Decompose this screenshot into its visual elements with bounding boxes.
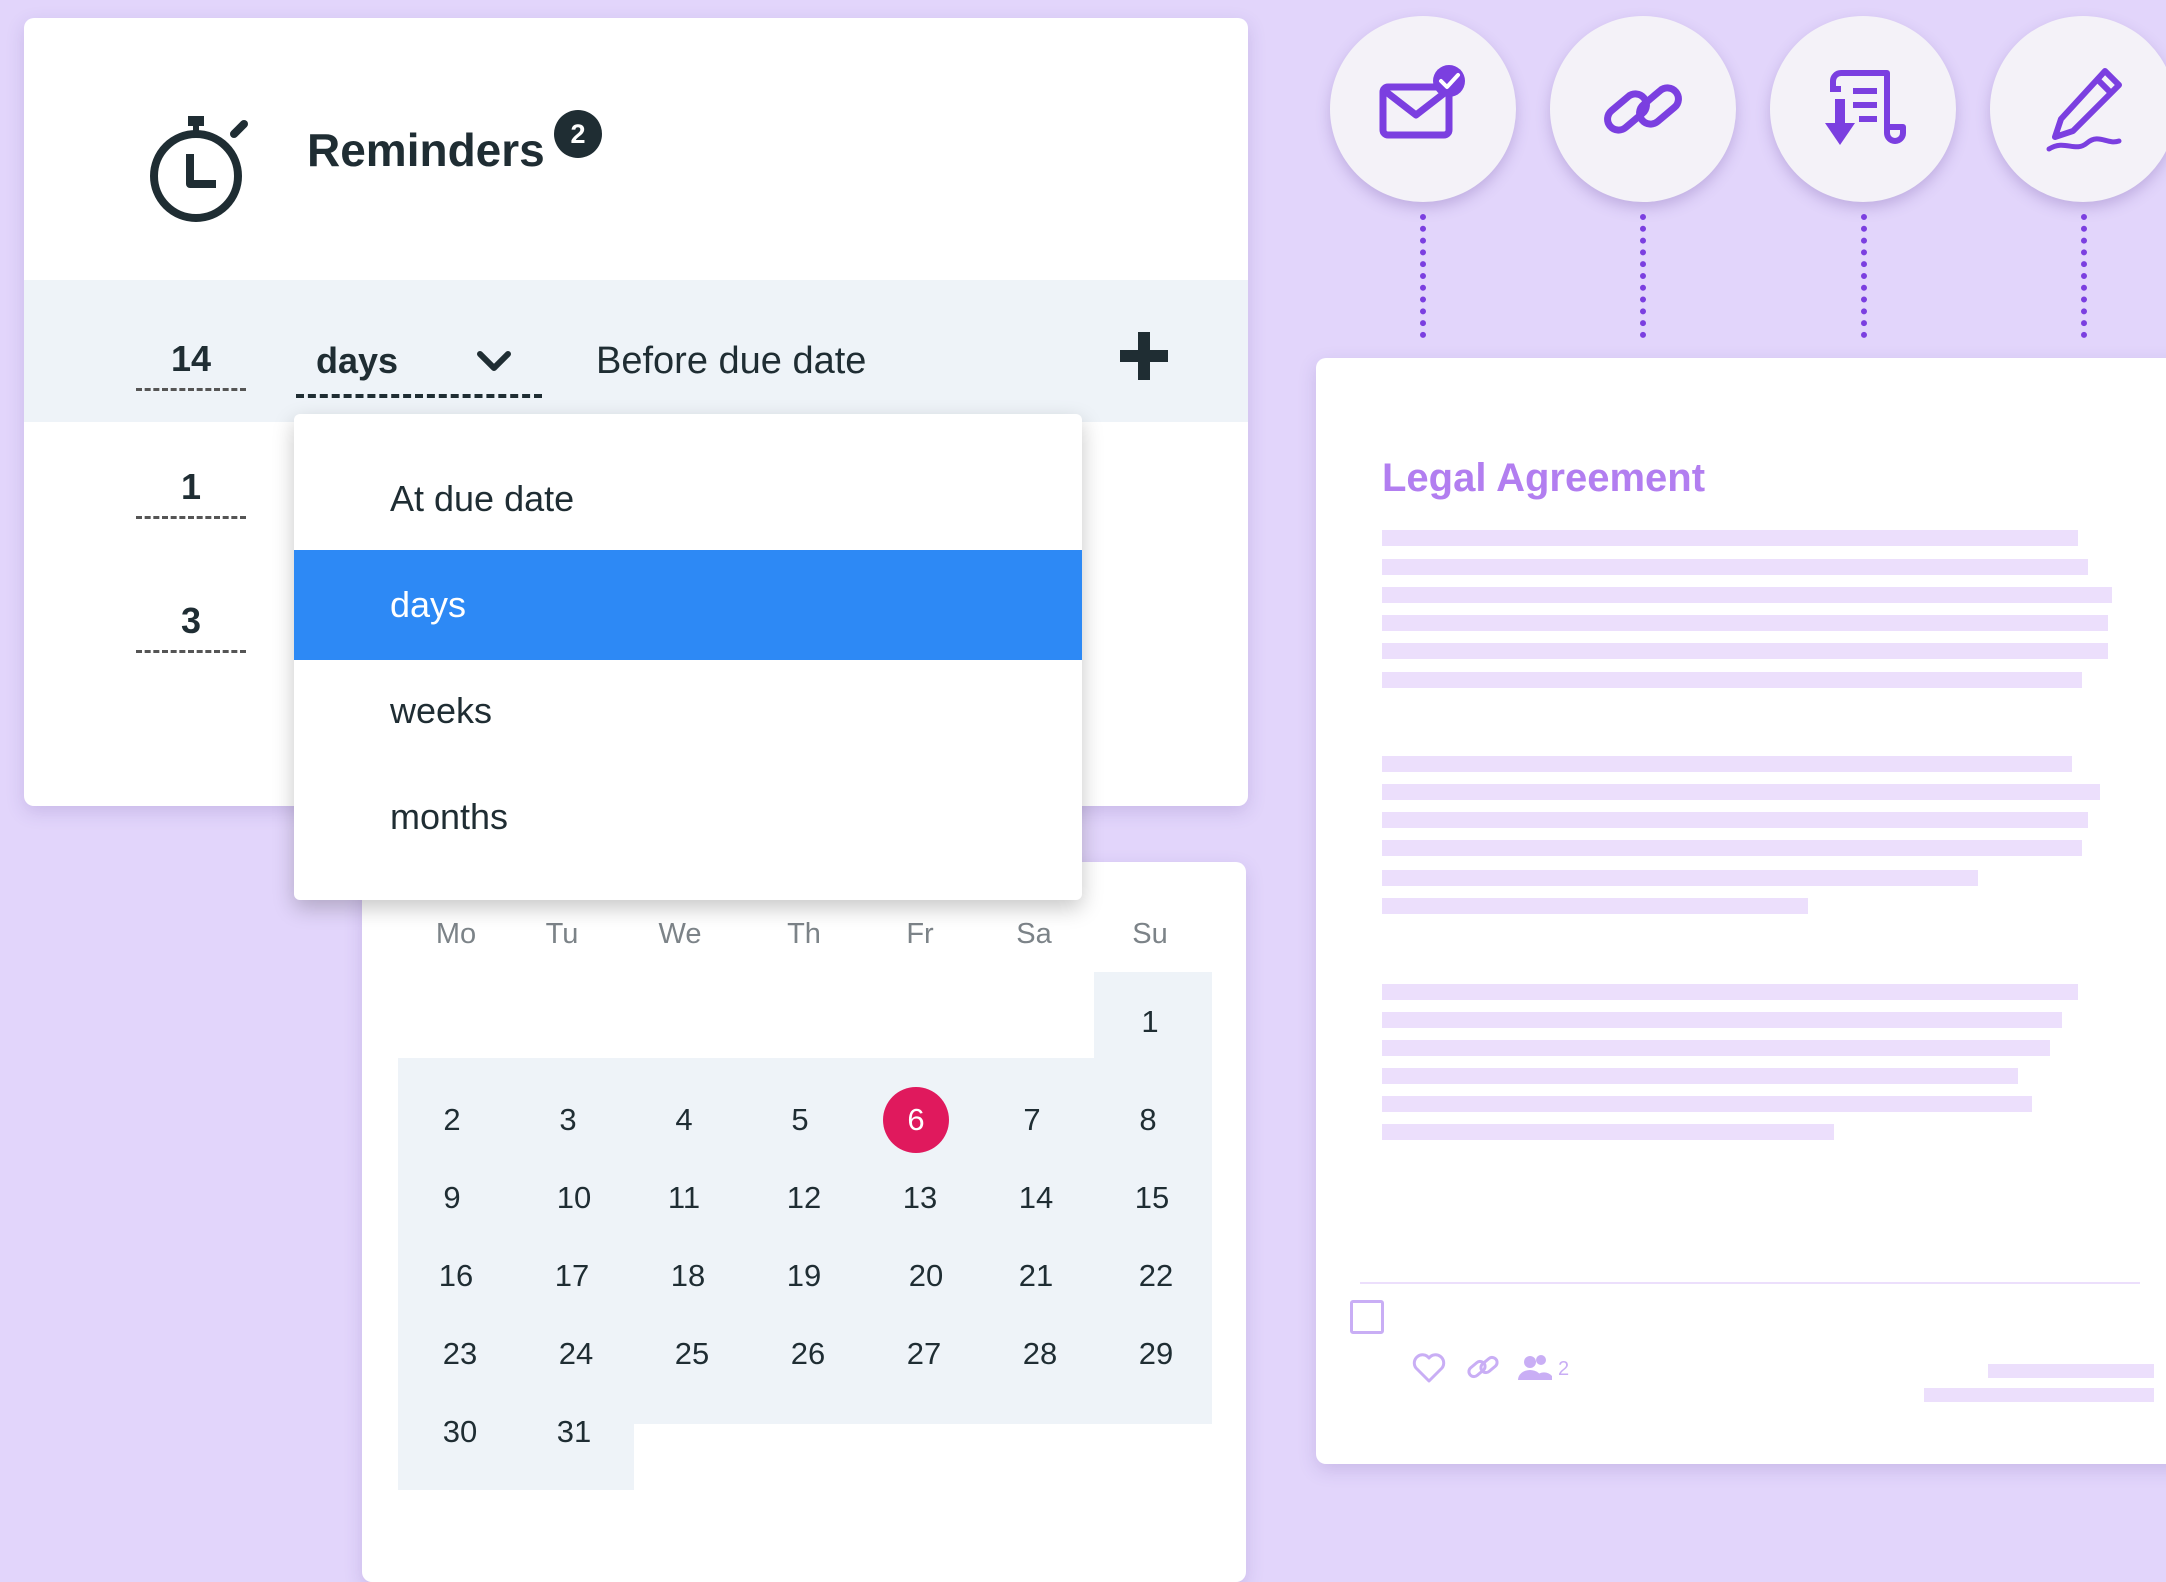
placeholder-text-line	[1382, 559, 2088, 575]
reminders-count-badge: 2	[554, 110, 602, 158]
calendar-day[interactable]: 5	[742, 1090, 858, 1150]
link-icon	[1604, 84, 1682, 134]
connector-line	[2081, 214, 2087, 338]
calendar-day[interactable]: 22	[1098, 1246, 1214, 1306]
weekday-label: Th	[787, 918, 821, 950]
calendar-day[interactable]: 26	[750, 1324, 866, 1384]
placeholder-text-line	[1382, 672, 2082, 688]
placeholder-text-line	[1988, 1364, 2154, 1378]
weekday-label: Fr	[906, 918, 934, 950]
calendar-day[interactable]: 29	[1098, 1324, 1214, 1384]
weekday-label: Su	[1132, 918, 1168, 950]
weekday-label: Tu	[545, 918, 579, 950]
placeholder-text-line	[1382, 1124, 1834, 1140]
reminder-amount-input[interactable]: 14	[136, 338, 246, 391]
placeholder-text-line	[1382, 984, 2078, 1000]
connector-line	[1861, 214, 1867, 338]
placeholder-text-line	[1382, 587, 2112, 603]
reminder-unit-value: days	[316, 340, 399, 381]
document-checkbox[interactable]	[1350, 1300, 1384, 1334]
sign-document-button[interactable]	[1990, 16, 2166, 202]
calendar-day[interactable]: 30	[402, 1402, 518, 1462]
download-document-button[interactable]	[1770, 16, 1956, 202]
add-reminder-icon[interactable]	[1114, 326, 1174, 386]
connector-line	[1640, 214, 1646, 338]
calendar-day[interactable]: 17	[514, 1246, 630, 1306]
pen-sign-icon	[2046, 68, 2122, 152]
calendar-day[interactable]: 11	[626, 1168, 742, 1228]
placeholder-text-line	[1382, 643, 2108, 659]
placeholder-text-line	[1382, 1096, 2032, 1112]
date-picker-calendar: Mo Tu We Th Fr Sa Su 1 2 3 4 5 6 7 8 9 1…	[362, 862, 1246, 1582]
dropdown-option-weeks[interactable]: weeks	[294, 656, 1082, 766]
reminders-header: Reminders 2	[24, 18, 1248, 280]
placeholder-text-line	[1382, 1040, 2050, 1056]
heart-icon[interactable]	[1410, 1348, 1448, 1386]
calendar-day[interactable]: 27	[866, 1324, 982, 1384]
calendar-day[interactable]: 7	[974, 1090, 1090, 1150]
placeholder-text-line	[1382, 812, 2088, 828]
calendar-day[interactable]: 28	[982, 1324, 1098, 1384]
calendar-day[interactable]: 3	[510, 1090, 626, 1150]
reminder-unit-select[interactable]: days	[296, 336, 542, 398]
calendar-day[interactable]: 9	[394, 1168, 510, 1228]
link-icon[interactable]	[1464, 1348, 1502, 1386]
dropdown-option-at-due-date[interactable]: At due date	[294, 444, 1082, 554]
share-link-button[interactable]	[1550, 16, 1736, 202]
calendar-day[interactable]: 25	[634, 1324, 750, 1384]
chevron-down-icon	[477, 351, 511, 371]
stopwatch-icon	[150, 116, 248, 222]
calendar-day[interactable]: 13	[862, 1168, 978, 1228]
reminder-amount-input[interactable]: 3	[136, 600, 246, 653]
reminder-amount-input[interactable]: 1	[136, 466, 246, 519]
calendar-day[interactable]: 4	[626, 1090, 742, 1150]
mail-check-icon	[1379, 65, 1465, 139]
calendar-day[interactable]: 20	[868, 1246, 984, 1306]
calendar-day-today[interactable]: 6	[858, 1087, 974, 1153]
dropdown-option-days[interactable]: days	[294, 550, 1082, 660]
weekday-label: We	[658, 918, 702, 950]
send-mail-button[interactable]	[1330, 16, 1516, 202]
unit-dropdown-menu: At due date days weeks months	[294, 414, 1082, 900]
connector-line	[1420, 214, 1426, 338]
calendar-day[interactable]: 1	[1092, 992, 1208, 1052]
today-marker: 6	[883, 1087, 949, 1153]
calendar-day[interactable]: 21	[978, 1246, 1094, 1306]
placeholder-text-line	[1382, 784, 2100, 800]
placeholder-text-line	[1382, 870, 1978, 886]
placeholder-text-line	[1382, 530, 2078, 546]
calendar-day[interactable]: 24	[518, 1324, 634, 1384]
placeholder-text-line	[1382, 756, 2072, 772]
legal-document-preview: Legal Agreement 2	[1316, 358, 2166, 1464]
calendar-day[interactable]: 31	[516, 1402, 632, 1462]
document-download-icon	[1825, 70, 1906, 145]
placeholder-text-line	[1382, 898, 1808, 914]
weekday-label: Mo	[435, 918, 477, 950]
calendar-day[interactable]: 10	[516, 1168, 632, 1228]
document-title: Legal Agreement	[1382, 456, 1706, 500]
calendar-day[interactable]: 18	[630, 1246, 746, 1306]
calendar-day[interactable]: 2	[394, 1090, 510, 1150]
placeholder-text-line	[1382, 1068, 2018, 1084]
reminder-relation-label: Before due date	[596, 340, 867, 382]
calendar-day[interactable]: 12	[746, 1168, 862, 1228]
calendar-day[interactable]: 23	[402, 1324, 518, 1384]
divider	[1360, 1282, 2140, 1284]
calendar-day[interactable]: 14	[978, 1168, 1094, 1228]
weekday-label: Sa	[1016, 918, 1052, 950]
placeholder-text-line	[1382, 615, 2108, 631]
placeholder-text-line	[1382, 1012, 2062, 1028]
placeholder-text-line	[1924, 1388, 2154, 1402]
dropdown-option-months[interactable]: months	[294, 762, 1082, 872]
calendar-day[interactable]: 15	[1094, 1168, 1210, 1228]
reminders-title: Reminders	[307, 124, 545, 176]
placeholder-text-line	[1382, 840, 2082, 856]
calendar-day[interactable]: 19	[746, 1246, 862, 1306]
calendar-day[interactable]: 16	[398, 1246, 514, 1306]
calendar-day[interactable]: 8	[1090, 1090, 1206, 1150]
collaborator-count: 2	[1558, 1358, 1570, 1380]
users-icon[interactable]	[1516, 1348, 1554, 1386]
